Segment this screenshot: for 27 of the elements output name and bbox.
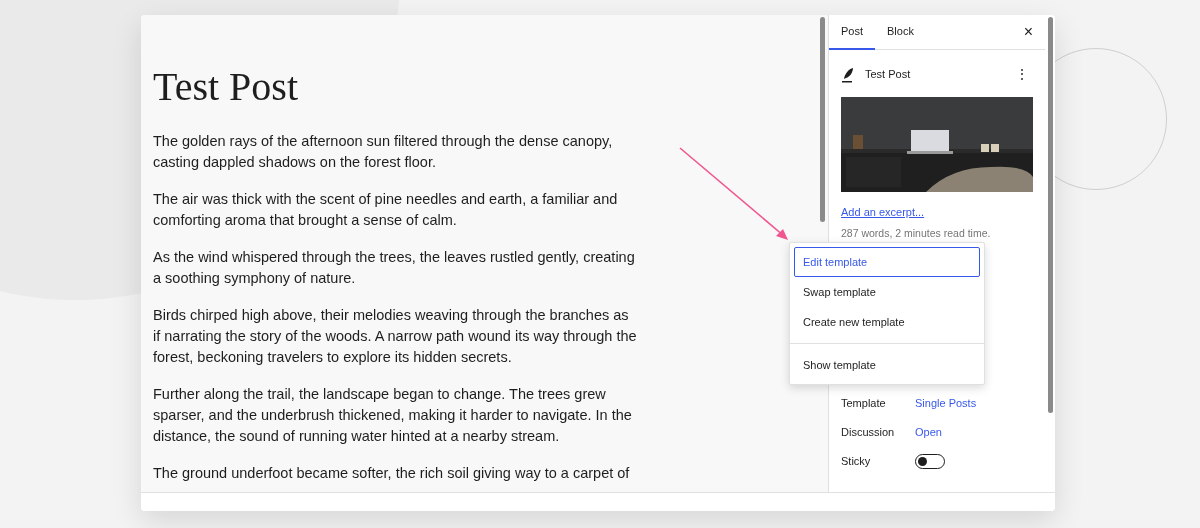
- setting-label: Sticky: [841, 454, 872, 469]
- setting-link[interactable]: Single Posts: [915, 395, 977, 412]
- setting-label: Discussion: [841, 425, 896, 440]
- paragraph: The air was thick with the scent of pine needles and earth, a familiar and comforting aroma that brought a sense of calm.: [153, 190, 619, 230]
- post-title: Test Post: [153, 63, 299, 111]
- excerpt-link[interactable]: Add an excerpt...: [841, 204, 1033, 221]
- sidebar-tab[interactable]: Block: [875, 15, 926, 50]
- toggle-switch[interactable]: [915, 453, 945, 469]
- sidebar-tab[interactable]: Post: [829, 15, 875, 50]
- scrollbar[interactable]: [1047, 17, 1053, 413]
- more-button[interactable]: ⋮: [1015, 64, 1029, 85]
- menu-item[interactable]: Create new template: [794, 307, 980, 337]
- paragraph: The ground underfoot became softer, the rich soil giving way to a carpet of: [153, 464, 631, 483]
- paragraph: Birds chirped high above, their melodies weaving through the branches as if narrating the story of the woods. A narrow path wound its way through the forest, beckoning travelers to explore its hidden secrets.: [153, 306, 638, 367]
- close-button[interactable]: ×: [1019, 20, 1037, 44]
- word-count: 287 words, 2 minutes read time.: [841, 225, 992, 241]
- setting-label: Template: [841, 396, 887, 411]
- paragraph: The golden rays of the afternoon sun filtered through the dense canopy, casting dappled shadows on the forest floor.: [153, 132, 614, 172]
- menu-item[interactable]: Show template: [794, 350, 980, 380]
- setting-link[interactable]: Open: [915, 424, 942, 441]
- menu-item[interactable]: Swap template: [794, 277, 980, 307]
- scrollbar[interactable]: [819, 17, 825, 222]
- post-name: Test Post: [865, 67, 911, 83]
- menu-item[interactable]: Edit template: [794, 247, 980, 277]
- paragraph: Further along the trail, the landscape began to change. The trees grew sparser, and the underbrush thickened, making it harder to navigate. In the distance, the sound of running water hinted at a nearby stream.: [153, 385, 633, 446]
- feather-icon: [841, 66, 855, 83]
- paragraph: As the wind whispered through the trees, the leaves rustled gently, creating a soothing symphony of nature.: [153, 248, 636, 288]
